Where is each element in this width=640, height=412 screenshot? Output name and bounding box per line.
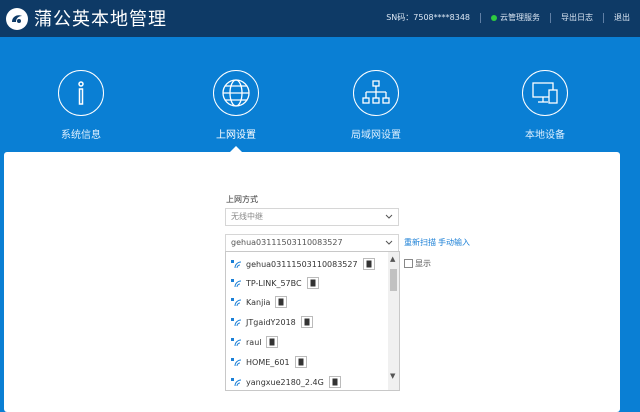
ssid-name: HOME_601: [246, 357, 290, 367]
list-item[interactable]: Kanjia: [231, 294, 288, 310]
dandelion-logo: [6, 8, 28, 30]
cloud-service-label: 云管理服务: [500, 13, 540, 22]
locked-wifi-icon: [231, 377, 243, 387]
nav-label: 上网设置: [216, 130, 256, 141]
list-item[interactable]: yangxue2180_2.4G: [231, 374, 341, 390]
locked-wifi-icon: [231, 357, 243, 367]
network-icon: [353, 70, 399, 116]
ssid-name: yangxue2180_2.4G: [246, 377, 324, 387]
divider: [603, 12, 604, 23]
show-password-checkbox[interactable]: [404, 259, 413, 268]
ssid-name: Kanjia: [246, 297, 271, 307]
phone-icon: [328, 376, 341, 388]
logout-link[interactable]: 退出: [614, 12, 630, 23]
ssid-name: JTgaidY2018: [246, 317, 296, 327]
show-password-label: 显示: [415, 259, 431, 268]
phone-icon: [306, 277, 319, 289]
dropdown-scrollbar[interactable]: ▲ ▼: [388, 252, 399, 390]
phone-icon: [362, 258, 375, 270]
divider: [550, 12, 551, 23]
nav-lan-settings[interactable]: 局域网设置: [331, 70, 421, 141]
top-bar: 蒲公英本地管理 SN码：7508****8348 云管理服务 导出日志 退出: [0, 0, 640, 37]
list-item[interactable]: TP-LINK_57BC: [231, 275, 319, 291]
show-password-toggle[interactable]: 显示: [404, 258, 431, 269]
nav-label: 本地设备: [525, 130, 565, 141]
phone-icon: [300, 316, 313, 328]
export-log-link[interactable]: 导出日志: [561, 12, 593, 23]
wan-mode-value: 无线中继: [231, 212, 263, 221]
scrollbar-thumb[interactable]: [390, 269, 397, 291]
list-item[interactable]: JTgaidY2018: [231, 314, 313, 330]
main-nav: 系统信息 上网设置 局域网设置 本地设备: [0, 37, 640, 147]
ssid-select[interactable]: gehua03111503110083527: [225, 234, 399, 252]
serial-number: SN码：7508****8348: [386, 13, 470, 22]
ssid-dropdown-list: gehua03111503110083527 TP-LINK_57BC Kanj…: [225, 251, 400, 391]
locked-wifi-icon: [231, 259, 243, 269]
info-icon: [58, 70, 104, 116]
app-title: 蒲公英本地管理: [34, 9, 167, 30]
ssid-value: gehua03111503110083527: [231, 238, 343, 247]
nav-system-info[interactable]: 系统信息: [36, 70, 126, 141]
status-dot-icon: [491, 14, 497, 21]
globe-icon: [213, 70, 259, 116]
nav-label: 局域网设置: [351, 130, 401, 141]
phone-icon: [275, 296, 288, 308]
locked-wifi-icon: [231, 337, 243, 347]
ssid-name: gehua03111503110083527: [246, 259, 358, 269]
nav-internet-settings[interactable]: 上网设置: [191, 70, 281, 141]
cloud-service-status[interactable]: 云管理服务: [491, 12, 540, 23]
wan-mode-label: 上网方式: [226, 195, 258, 204]
locked-wifi-icon: [231, 317, 243, 327]
locked-wifi-icon: [231, 278, 243, 288]
phone-icon: [294, 356, 307, 368]
locked-wifi-icon: [231, 297, 243, 307]
rescan-link[interactable]: 重新扫描: [404, 237, 436, 248]
scroll-down-icon[interactable]: ▼: [390, 372, 395, 380]
manual-input-link[interactable]: 手动输入: [438, 237, 470, 248]
phone-icon: [266, 336, 279, 348]
chevron-down-icon: [385, 210, 393, 230]
ssid-name: TP-LINK_57BC: [246, 278, 302, 288]
scroll-up-icon[interactable]: ▲: [390, 255, 395, 263]
list-item[interactable]: HOME_601: [231, 354, 307, 370]
ssid-name: raul: [246, 337, 262, 347]
list-item[interactable]: raul: [231, 334, 279, 350]
wan-mode-select[interactable]: 无线中继: [225, 208, 399, 226]
nav-label: 系统信息: [61, 130, 101, 141]
monitor-icon: [522, 70, 568, 116]
list-item[interactable]: gehua03111503110083527: [231, 256, 375, 272]
divider: [480, 12, 481, 23]
nav-local-devices[interactable]: 本地设备: [500, 70, 590, 141]
